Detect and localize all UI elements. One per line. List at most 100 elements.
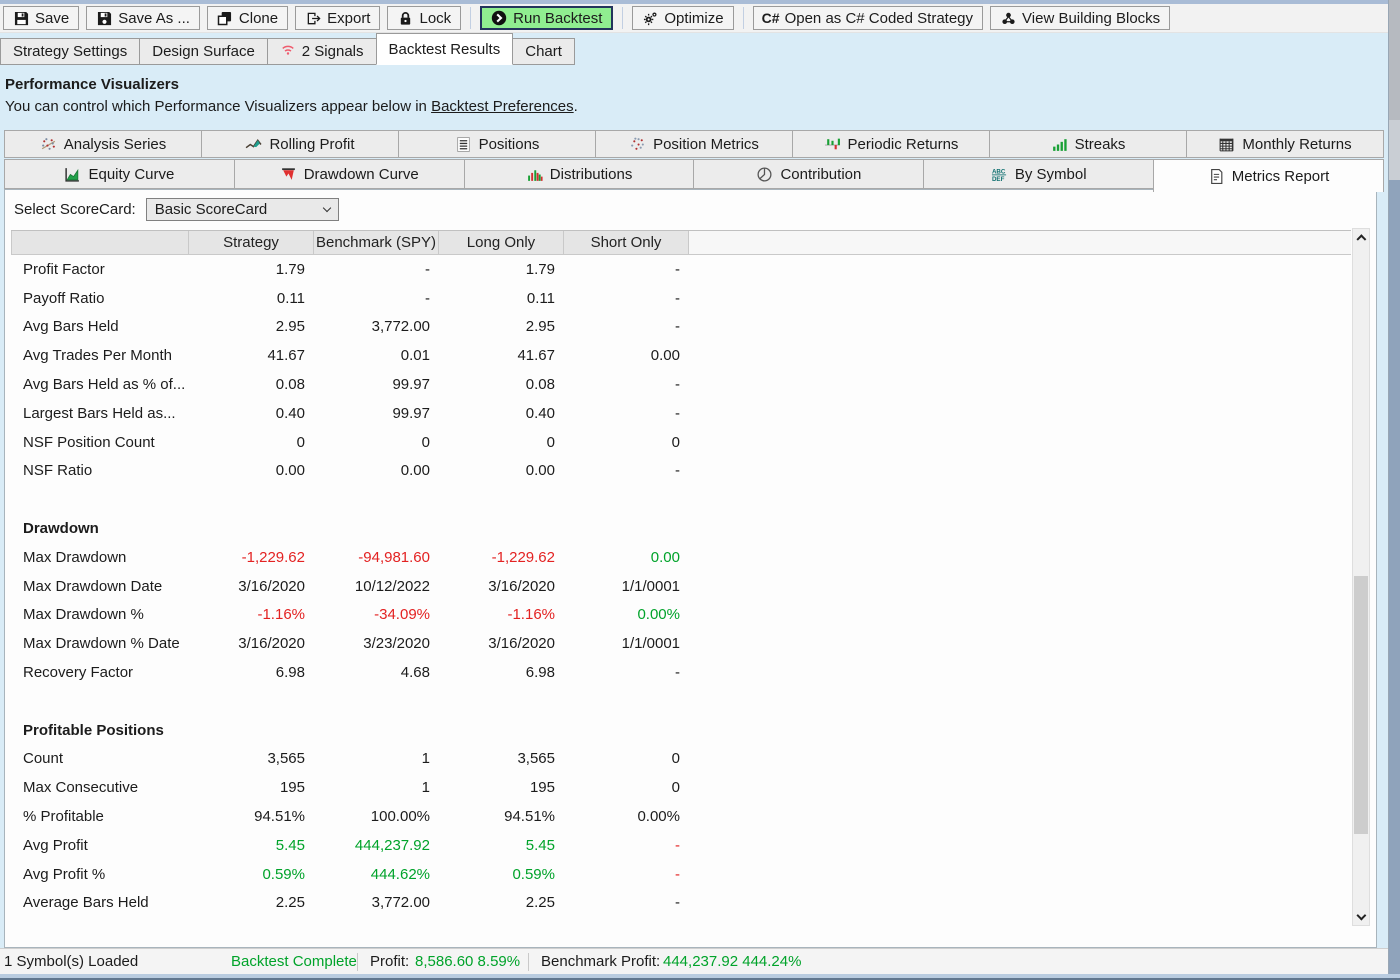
scroll-up-icon xyxy=(1356,234,1366,244)
benchmark-profit-value: 444,237.92 444.24% xyxy=(663,949,801,974)
scroll-up-button[interactable] xyxy=(1353,229,1369,246)
metric-value: 6.98 xyxy=(439,664,564,681)
metric-value: - xyxy=(564,866,689,883)
metric-row[interactable]: Profit Factor1.79-1.79- xyxy=(11,255,1351,284)
viz-tab-contribution[interactable]: Contribution xyxy=(693,159,924,189)
metric-row[interactable]: Count3,56513,5650 xyxy=(11,745,1351,774)
metric-value: 0.00 xyxy=(564,549,689,566)
metric-row[interactable]: Avg Profit5.45444,237.925.45- xyxy=(11,831,1351,860)
view-building-blocks-button[interactable]: View Building Blocks xyxy=(990,6,1170,30)
visualizer-tab-row-1: Analysis Series Rolling Profit Positions… xyxy=(4,130,1384,158)
metric-row[interactable]: Max Drawdown % Date3/16/20203/23/20203/1… xyxy=(11,629,1351,658)
save-label: Save xyxy=(35,10,69,27)
metric-value: 0.00% xyxy=(564,606,689,623)
tab-chart[interactable]: Chart xyxy=(512,38,575,65)
metric-row[interactable]: Max Drawdown %-1.16%-34.09%-1.16%0.00% xyxy=(11,601,1351,630)
metric-row[interactable]: Avg Trades Per Month41.670.0141.670.00 xyxy=(11,341,1351,370)
metric-row[interactable]: NSF Ratio0.000.000.00- xyxy=(11,457,1351,486)
metric-row[interactable]: NSF Position Count0000 xyxy=(11,428,1351,457)
metric-row[interactable]: Max Drawdown-1,229.62-94,981.60-1,229.62… xyxy=(11,543,1351,572)
metric-row[interactable]: Avg Profit %0.59%444.62%0.59%- xyxy=(11,860,1351,889)
metric-label: Avg Profit xyxy=(11,837,189,854)
column-header-metric[interactable] xyxy=(11,231,189,254)
viz-tab-by-symbol[interactable]: ABCDEF By Symbol xyxy=(923,159,1154,189)
export-button[interactable]: Export xyxy=(295,6,380,30)
metric-row[interactable]: % Profitable94.51%100.00%94.51%0.00% xyxy=(11,802,1351,831)
metric-value: 0.00 xyxy=(314,462,439,479)
metric-row[interactable]: Recovery Factor6.984.686.98- xyxy=(11,658,1351,687)
viz-tab-positions[interactable]: Positions xyxy=(398,130,596,158)
tab-signals[interactable]: 2 Signals xyxy=(267,38,377,65)
viz-tab-streaks[interactable]: Streaks xyxy=(989,130,1187,158)
periodic-returns-icon xyxy=(824,136,841,153)
equity-curve-icon xyxy=(64,166,81,183)
metric-row[interactable]: Largest Bars Held as...0.4099.970.40- xyxy=(11,399,1351,428)
column-header-short-only[interactable]: Short Only xyxy=(564,231,689,254)
scroll-down-button[interactable] xyxy=(1353,908,1369,925)
clone-button[interactable]: Clone xyxy=(207,6,288,30)
viz-tab-analysis-series[interactable]: Analysis Series xyxy=(4,130,202,158)
metric-value: 5.45 xyxy=(439,837,564,854)
viz-tab-periodic-returns[interactable]: Periodic Returns xyxy=(792,130,990,158)
viz-tab-position-metrics[interactable]: Position Metrics xyxy=(595,130,793,158)
metric-label: Avg Trades Per Month xyxy=(11,347,189,364)
metric-value: - xyxy=(564,894,689,911)
viz-tab-monthly-returns[interactable]: Monthly Returns xyxy=(1186,130,1384,158)
metric-value: - xyxy=(564,290,689,307)
optimize-button[interactable]: Optimize xyxy=(632,6,733,30)
metric-row[interactable]: Payoff Ratio0.11-0.11- xyxy=(11,284,1351,313)
metric-row[interactable]: Avg Bars Held2.953,772.002.95- xyxy=(11,313,1351,342)
metric-value: -1,229.62 xyxy=(189,549,314,566)
scrollbar-thumb[interactable] xyxy=(1354,576,1368,834)
scorecard-select[interactable]: Basic ScoreCard xyxy=(146,198,339,221)
metric-value: 0 xyxy=(564,779,689,796)
metric-value: - xyxy=(314,261,439,278)
metric-value: 0.40 xyxy=(439,405,564,422)
metric-value: 5.45 xyxy=(189,837,314,854)
viz-tab-distributions[interactable]: Distributions xyxy=(464,159,695,189)
metric-value: 0 xyxy=(439,434,564,451)
save-button[interactable]: Save xyxy=(3,6,79,30)
export-label: Export xyxy=(327,10,370,27)
metric-value: -1,229.62 xyxy=(439,549,564,566)
viz-tab-metrics-report[interactable]: Metrics Report xyxy=(1153,159,1384,192)
column-header-benchmark[interactable]: Benchmark (SPY) xyxy=(314,231,439,254)
optimize-label: Optimize xyxy=(664,10,723,27)
metric-value: 0.08 xyxy=(439,376,564,393)
tab-backtest-results[interactable]: Backtest Results xyxy=(376,33,514,65)
vertical-scrollbar[interactable] xyxy=(1352,228,1370,926)
metric-value: 3,565 xyxy=(189,750,314,767)
metric-value: 0.00% xyxy=(564,808,689,825)
column-header-long-only[interactable]: Long Only xyxy=(439,231,564,254)
metric-row[interactable]: Max Drawdown Date3/16/202010/12/20223/16… xyxy=(11,572,1351,601)
lock-button[interactable]: Lock xyxy=(387,6,461,30)
tab-design-surface[interactable]: Design Surface xyxy=(139,38,268,65)
status-separator xyxy=(357,953,358,971)
metric-label: Max Consecutive xyxy=(11,779,189,796)
run-backtest-label: Run Backtest xyxy=(513,10,602,27)
open-csharp-button[interactable]: C# Open as C# Coded Strategy xyxy=(753,6,983,30)
scorecard-row: Select ScoreCard: Basic ScoreCard xyxy=(14,198,339,221)
backtest-preferences-link[interactable]: Backtest Preferences xyxy=(431,98,574,115)
metric-value: 41.67 xyxy=(439,347,564,364)
metric-row[interactable]: Avg Bars Held as % of...0.0899.970.08- xyxy=(11,370,1351,399)
viz-tab-rolling-profit[interactable]: Rolling Profit xyxy=(201,130,399,158)
column-header-strategy[interactable]: Strategy xyxy=(189,231,314,254)
metric-value: 3,772.00 xyxy=(314,318,439,335)
metric-row[interactable]: Max Consecutive19511950 xyxy=(11,773,1351,802)
metric-value: - xyxy=(564,261,689,278)
position-metrics-icon xyxy=(629,136,646,153)
visualizer-tab-row-2: Equity Curve Drawdown Curve Distribution… xyxy=(4,159,1384,189)
metric-label: Payoff Ratio xyxy=(11,290,189,307)
metric-value: 2.95 xyxy=(189,318,314,335)
metric-row[interactable]: Average Bars Held2.253,772.002.25- xyxy=(11,889,1351,918)
svg-text:DEF: DEF xyxy=(992,176,1005,183)
profit-value: 8,586.60 8.59% xyxy=(415,949,520,974)
toolbar-separator xyxy=(622,7,623,29)
run-backtest-button[interactable]: Run Backtest xyxy=(480,6,613,30)
metrics-table-rows: Profit Factor1.79-1.79-Payoff Ratio0.11-… xyxy=(11,255,1351,917)
save-as-button[interactable]: Save As ... xyxy=(86,6,200,30)
viz-tab-drawdown-curve[interactable]: Drawdown Curve xyxy=(234,159,465,189)
tab-strategy-settings[interactable]: Strategy Settings xyxy=(0,38,140,65)
viz-tab-equity-curve[interactable]: Equity Curve xyxy=(4,159,235,189)
